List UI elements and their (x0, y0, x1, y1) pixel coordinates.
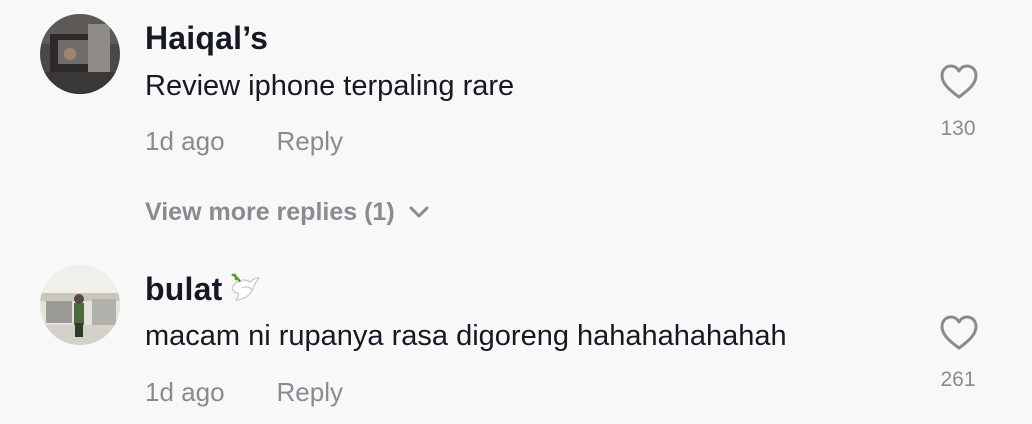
username-text[interactable]: bulat (145, 271, 222, 307)
reply-button[interactable]: Reply (277, 126, 343, 156)
username-text[interactable]: Haiqal’s (145, 20, 268, 56)
like-button[interactable] (938, 315, 980, 356)
comment-text: macam ni rupanya rasa digoreng hahahahah… (145, 320, 787, 352)
comment-text: Review iphone terpaling rare (145, 70, 515, 102)
heart-icon (940, 64, 978, 99)
comment-time: 1d ago (145, 126, 225, 156)
avatar[interactable] (40, 265, 120, 345)
like-button[interactable] (938, 64, 980, 105)
reply-button[interactable]: Reply (277, 377, 343, 407)
dove-emoji-icon (228, 270, 262, 312)
comment-username[interactable]: Haiqal’s (145, 20, 268, 57)
like-count: 261 (940, 368, 976, 391)
comment-time: 1d ago (145, 377, 225, 407)
view-more-replies-button[interactable]: View more replies (1) (145, 196, 429, 227)
avatar[interactable] (40, 14, 120, 94)
like-count: 130 (940, 117, 976, 140)
avatar-photo-icon (40, 14, 120, 94)
comment-meta: 1d ago Reply (145, 377, 343, 408)
comment-meta: 1d ago Reply (145, 126, 343, 157)
chevron-down-icon (409, 196, 429, 225)
heart-icon (940, 315, 978, 350)
avatar-photo-icon (40, 265, 120, 345)
view-more-replies-label[interactable]: View more replies (1) (145, 198, 395, 226)
comment-username[interactable]: bulat (145, 270, 262, 312)
